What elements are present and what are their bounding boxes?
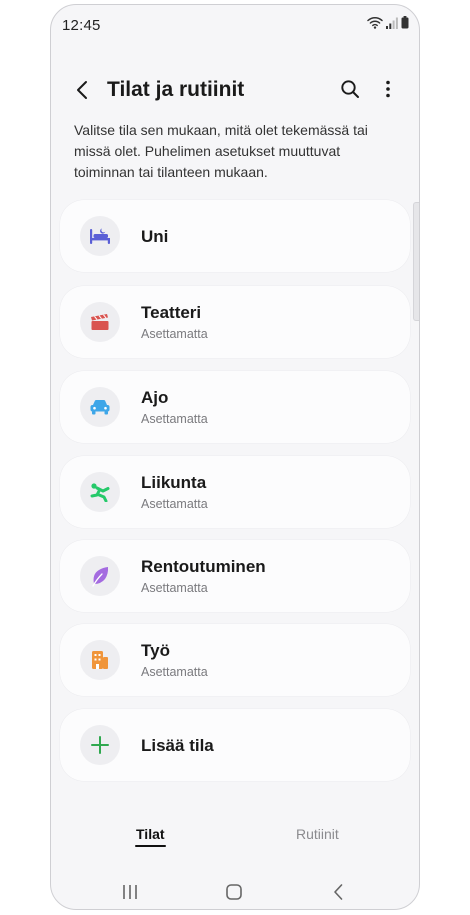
mode-status: Asettamatta bbox=[141, 665, 208, 679]
battery-icon bbox=[401, 16, 409, 34]
home-button[interactable] bbox=[221, 879, 247, 905]
recents-button[interactable] bbox=[117, 879, 143, 905]
search-button[interactable] bbox=[337, 76, 363, 102]
mode-status: Asettamatta bbox=[141, 327, 208, 341]
mode-card-uni[interactable]: Uni bbox=[60, 200, 410, 272]
add-mode-label: Lisää tila bbox=[141, 736, 214, 755]
app-header: Tilat ja rutiinit bbox=[51, 65, 419, 115]
mode-card-teatteri[interactable]: Teatteri Asettamatta bbox=[60, 286, 410, 358]
building-icon bbox=[92, 651, 108, 669]
mode-icon-container bbox=[80, 302, 120, 342]
phone-screen: 12:45 Tilat ja rutiinit Valitse tila sen… bbox=[50, 4, 420, 910]
status-icons bbox=[367, 16, 409, 34]
back-icon bbox=[334, 884, 343, 900]
leaf-icon bbox=[92, 567, 109, 587]
mode-icon-container bbox=[80, 556, 120, 596]
mode-name: Työ bbox=[141, 641, 170, 660]
mode-name: Rentoutuminen bbox=[141, 557, 266, 576]
search-icon bbox=[341, 80, 359, 98]
more-options-button[interactable] bbox=[375, 76, 401, 102]
running-icon bbox=[90, 483, 110, 502]
mode-icon-container bbox=[80, 216, 120, 256]
status-bar: 12:45 bbox=[51, 5, 419, 45]
bottom-tab-bar: Tilat Rutiinit bbox=[51, 820, 419, 854]
page-description: Valitse tila sen mukaan, mitä olet tekem… bbox=[74, 122, 368, 180]
clapperboard-icon bbox=[91, 314, 109, 330]
mode-status: Asettamatta bbox=[141, 497, 208, 511]
mode-name: Liikunta bbox=[141, 473, 207, 492]
add-icon-container bbox=[80, 725, 120, 765]
back-button[interactable] bbox=[69, 77, 95, 103]
scrollbar[interactable] bbox=[413, 202, 419, 321]
mode-name: Uni bbox=[141, 227, 169, 246]
mode-status: Asettamatta bbox=[141, 412, 208, 426]
mode-card-tyo[interactable]: Työ Asettamatta bbox=[60, 624, 410, 696]
page-title: Tilat ja rutiinit bbox=[107, 78, 245, 101]
add-mode-button[interactable]: Lisää tila bbox=[60, 709, 410, 781]
plus-icon bbox=[91, 736, 109, 754]
mode-card-rentoutuminen[interactable]: Rentoutuminen Asettamatta bbox=[60, 540, 410, 612]
mode-card-liikunta[interactable]: Liikunta Asettamatta bbox=[60, 456, 410, 528]
status-time: 12:45 bbox=[62, 17, 101, 34]
recents-icon bbox=[123, 885, 137, 899]
mode-name: Teatteri bbox=[141, 303, 202, 322]
bed-icon bbox=[90, 228, 110, 244]
more-vertical-icon bbox=[386, 80, 390, 98]
signal-icon bbox=[386, 16, 398, 34]
car-icon bbox=[90, 400, 110, 415]
mode-icon-container bbox=[80, 472, 120, 512]
mode-icon-container bbox=[80, 640, 120, 680]
mode-card-ajo[interactable]: Ajo Asettamatta bbox=[60, 371, 410, 443]
home-icon bbox=[226, 884, 242, 900]
mode-icon-container bbox=[80, 387, 120, 427]
wifi-icon bbox=[367, 16, 383, 34]
mode-name: Ajo bbox=[141, 388, 169, 407]
nav-back-button[interactable] bbox=[325, 879, 351, 905]
system-nav-bar bbox=[51, 873, 419, 909]
tab-tilat[interactable]: Tilat bbox=[135, 826, 166, 847]
mode-status: Asettamatta bbox=[141, 581, 208, 595]
back-arrow-icon bbox=[77, 81, 87, 99]
tab-rutiinit[interactable]: Rutiinit bbox=[296, 826, 339, 842]
